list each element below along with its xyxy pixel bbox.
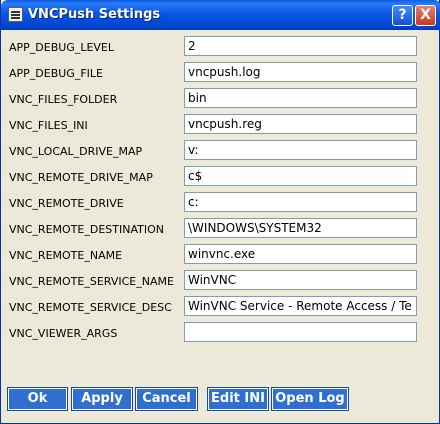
setting-field-vnc-remote-service-name[interactable]: WinVNC: [184, 270, 417, 290]
setting-field-vnc-remote-drive-map[interactable]: c$: [184, 166, 417, 186]
setting-field-vnc-local-drive-map[interactable]: v:: [184, 140, 417, 160]
setting-label: APP_DEBUG_LEVEL: [9, 41, 115, 54]
setting-row-vnc-local-drive-map: VNC_LOCAL_DRIVE_MAP v:: [9, 140, 433, 166]
setting-label: VNC_REMOTE_SERVICE_NAME: [9, 275, 174, 288]
setting-label: VNC_FILES_INI: [9, 119, 88, 132]
setting-row-vnc-remote-destination: VNC_REMOTE_DESTINATION \WINDOWS\SYSTEM32: [9, 218, 433, 244]
setting-row-vnc-remote-name: VNC_REMOTE_NAME winvnc.exe: [9, 244, 433, 270]
open-log-button[interactable]: Open Log: [271, 387, 349, 411]
setting-field-vnc-files-folder[interactable]: bin: [184, 88, 417, 108]
settings-window: VNCPush Settings ? X APP_DEBUG_LEVEL 2 A…: [0, 0, 440, 424]
setting-row-vnc-remote-service-name: VNC_REMOTE_SERVICE_NAME WinVNC: [9, 270, 433, 296]
setting-label: VNC_REMOTE_DRIVE_MAP: [9, 171, 153, 184]
setting-field-vnc-remote-name[interactable]: winvnc.exe: [184, 244, 417, 264]
setting-field-vnc-files-ini[interactable]: vncpush.reg: [184, 114, 417, 134]
setting-label: VNC_VIEWER_ARGS: [9, 327, 118, 340]
app-icon: [8, 7, 23, 22]
setting-row-vnc-viewer-args: VNC_VIEWER_ARGS: [9, 322, 433, 348]
setting-label: VNC_REMOTE_DRIVE: [9, 197, 124, 210]
help-button[interactable]: ?: [392, 5, 413, 26]
close-button[interactable]: X: [415, 5, 436, 26]
setting-label: VNC_REMOTE_NAME: [9, 249, 123, 262]
setting-row-app-debug-file: APP_DEBUG_FILE vncpush.log: [9, 62, 433, 88]
setting-row-vnc-remote-drive: VNC_REMOTE_DRIVE c:: [9, 192, 433, 218]
setting-label: VNC_REMOTE_DESTINATION: [9, 223, 164, 236]
setting-field-vnc-viewer-args[interactable]: [184, 322, 417, 342]
setting-field-vnc-remote-drive[interactable]: c:: [184, 192, 417, 212]
setting-label: VNC_FILES_FOLDER: [9, 93, 118, 106]
setting-row-vnc-files-ini: VNC_FILES_INI vncpush.reg: [9, 114, 433, 140]
setting-field-app-debug-level[interactable]: 2: [184, 36, 417, 56]
window-title: VNCPush Settings: [28, 7, 161, 22]
setting-row-vnc-remote-drive-map: VNC_REMOTE_DRIVE_MAP c$: [9, 166, 433, 192]
apply-button[interactable]: Apply: [71, 387, 133, 411]
setting-label: VNC_LOCAL_DRIVE_MAP: [9, 145, 143, 158]
ok-button[interactable]: Ok: [7, 387, 68, 411]
setting-label: APP_DEBUG_FILE: [9, 67, 103, 80]
title-bar[interactable]: VNCPush Settings ? X: [1, 0, 440, 30]
setting-row-vnc-remote-service-desc: VNC_REMOTE_SERVICE_DESC WinVNC Service -…: [9, 296, 433, 322]
setting-field-vnc-remote-destination[interactable]: \WINDOWS\SYSTEM32: [184, 218, 417, 238]
setting-field-vnc-remote-service-desc[interactable]: WinVNC Service - Remote Access / Te: [184, 296, 417, 316]
setting-row-app-debug-level: APP_DEBUG_LEVEL 2: [9, 36, 433, 62]
cancel-button[interactable]: Cancel: [135, 387, 198, 411]
setting-row-vnc-files-folder: VNC_FILES_FOLDER bin: [9, 88, 433, 114]
edit-ini-button[interactable]: Edit INI: [207, 387, 269, 411]
setting-label: VNC_REMOTE_SERVICE_DESC: [9, 301, 172, 314]
setting-field-app-debug-file[interactable]: vncpush.log: [184, 62, 417, 82]
